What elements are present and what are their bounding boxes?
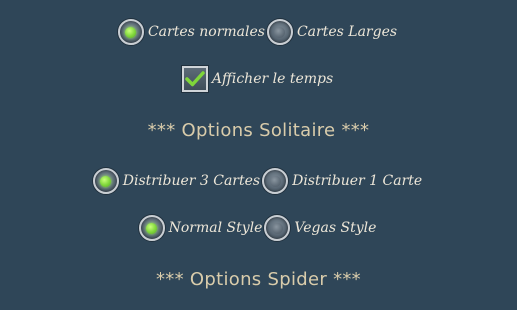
radio-circle: [92, 168, 119, 194]
solitaire-section-title: *** Options Solitaire ***: [147, 120, 370, 141]
spider-section-title: *** Options Spider ***: [156, 269, 361, 290]
spider-section: *** Options Spider ***: [0, 269, 517, 290]
checkbox-afficher-temps[interactable]: Afficher le temps: [181, 66, 335, 92]
deal-count-row: Distribuer 3 Cartes Distribuer 1 Carte: [0, 168, 517, 194]
radio-cartes-normales[interactable]: Cartes normales: [117, 19, 267, 45]
show-time-row: Afficher le temps: [0, 66, 517, 92]
radio-unselected-dot: [274, 26, 286, 38]
radio-label-distribuer-1: Distribuer 1 Carte: [292, 173, 423, 189]
radio-normal-style[interactable]: Normal Style: [138, 215, 265, 241]
radio-unselected-dot: [271, 222, 283, 234]
radio-label-normal-style: Normal Style: [168, 220, 263, 236]
radio-label-distribuer-3: Distribuer 3 Cartes: [122, 173, 261, 189]
radio-circle: [117, 19, 144, 45]
checkbox-box: [181, 66, 208, 92]
radio-distribuer-1[interactable]: Distribuer 1 Carte: [262, 168, 424, 194]
solitaire-section: *** Options Solitaire ***: [0, 120, 517, 141]
radio-label-cartes-larges: Cartes Larges: [296, 24, 398, 40]
radio-selected-dot: [146, 222, 158, 234]
radio-unselected-dot: [269, 175, 281, 187]
radio-selected-dot: [100, 175, 112, 187]
radio-label-cartes-normales: Cartes normales: [147, 24, 265, 40]
radio-distribuer-3[interactable]: Distribuer 3 Cartes: [92, 168, 262, 194]
checkmark-icon: [185, 71, 205, 87]
card-size-row: Cartes normales Cartes Larges: [0, 19, 517, 45]
radio-circle: [262, 168, 289, 194]
radio-vegas-style[interactable]: Vegas Style: [264, 215, 378, 241]
radio-circle: [138, 215, 165, 241]
radio-circle: [266, 19, 293, 45]
checkbox-label-afficher-temps: Afficher le temps: [211, 71, 334, 87]
scoring-style-row: Normal Style Vegas Style: [0, 215, 517, 241]
radio-cartes-larges[interactable]: Cartes Larges: [266, 19, 399, 45]
radio-label-vegas-style: Vegas Style: [294, 220, 377, 236]
radio-circle: [264, 215, 291, 241]
radio-selected-dot: [125, 26, 137, 38]
